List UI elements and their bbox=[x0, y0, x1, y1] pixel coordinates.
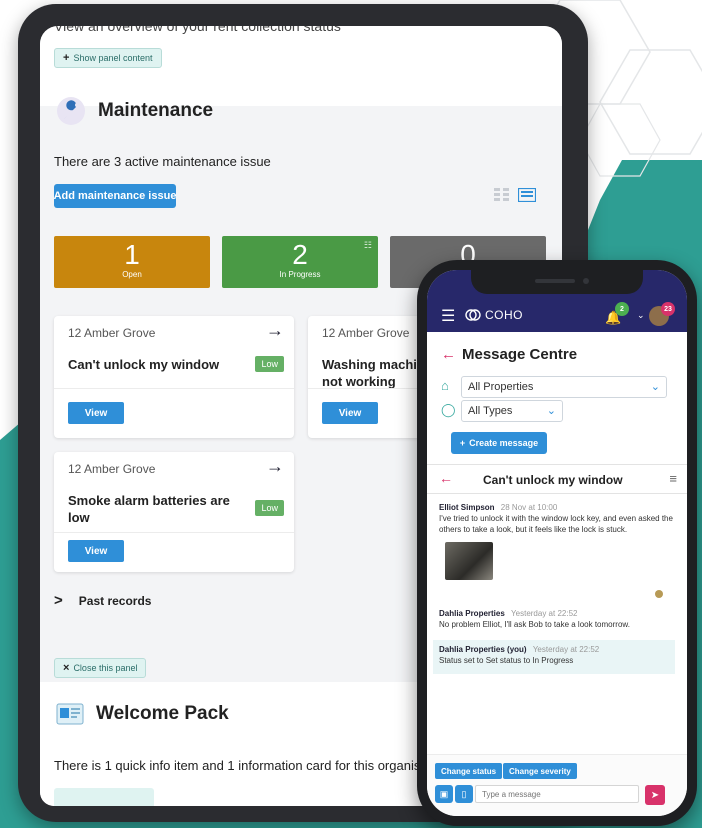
maintenance-summary: There are 3 active maintenance issue bbox=[54, 154, 271, 169]
severity-badge: Low bbox=[255, 500, 284, 516]
camera bbox=[583, 278, 589, 284]
stat-open-label: Open bbox=[122, 270, 142, 279]
welcome-action-button[interactable] bbox=[54, 788, 154, 806]
message-item: Elliot Simpson 28 Nov at 10:00 I've trie… bbox=[439, 502, 677, 535]
composer: Change status Change severity ▣ ▯ ➤ bbox=[427, 754, 687, 816]
stat-in-progress[interactable]: ☷ 2 In Progress bbox=[222, 236, 378, 288]
home-icon: ⌂ bbox=[441, 378, 449, 393]
phone-screen: ☰ COHO 🔔 2 ⌄ 23 ← Message Centre ⌂ All P… bbox=[427, 270, 687, 816]
message-time: 28 Nov at 10:00 bbox=[500, 503, 558, 512]
chevron-right-icon: > bbox=[54, 592, 63, 609]
grid-view-icon[interactable] bbox=[494, 188, 510, 202]
chevron-down-icon[interactable]: ⌄ bbox=[637, 310, 645, 321]
phone-device: ☰ COHO 🔔 2 ⌄ 23 ← Message Centre ⌂ All P… bbox=[417, 260, 697, 826]
type-select[interactable]: All Types ⌄ bbox=[461, 400, 563, 422]
reaction-icon[interactable] bbox=[655, 590, 663, 598]
speaker bbox=[535, 279, 575, 283]
past-records-label: Past records bbox=[78, 593, 152, 608]
coho-logo-icon bbox=[465, 309, 481, 321]
thread-title: Can't unlock my window bbox=[483, 473, 623, 487]
chevron-down-icon: ⌄ bbox=[650, 381, 660, 393]
view-button[interactable]: View bbox=[68, 402, 124, 424]
add-maintenance-button[interactable]: Add maintenance issue bbox=[54, 184, 176, 208]
message-item: Dahlia Properties Yesterday at 22:52 No … bbox=[439, 608, 677, 630]
property-select[interactable]: All Properties ⌄ bbox=[461, 376, 667, 398]
hamburger-menu-icon[interactable]: ☰ bbox=[441, 306, 455, 326]
close-panel-button[interactable]: × Close this panel bbox=[54, 658, 147, 678]
close-panel-label: Close this panel bbox=[73, 663, 138, 673]
menu-icon[interactable]: ≡ bbox=[669, 471, 677, 486]
issue-card[interactable]: 12 Amber Grove → Smoke alarm batteries a… bbox=[54, 452, 294, 572]
chevron-down-icon: ⌄ bbox=[546, 405, 556, 417]
brand-name: COHO bbox=[485, 308, 523, 322]
maintenance-title: Maintenance bbox=[98, 100, 214, 121]
arrow-right-icon[interactable]: → bbox=[266, 320, 284, 341]
thread-header: ← Can't unlock my window ≡ bbox=[427, 464, 687, 494]
issue-address: 12 Amber Grove bbox=[68, 462, 156, 476]
show-panel-button[interactable]: + Show panel content bbox=[54, 48, 162, 68]
chat-icon: ◯ bbox=[441, 402, 456, 417]
stat-in-progress-label: In Progress bbox=[279, 270, 321, 279]
create-message-button[interactable]: + Create message bbox=[451, 432, 547, 454]
notification-badge: 2 bbox=[615, 302, 629, 316]
send-icon[interactable]: ➤ bbox=[645, 785, 665, 805]
stat-open-value: 1 bbox=[124, 239, 140, 270]
rent-overview-heading: View an overview of your rent collection… bbox=[54, 26, 341, 34]
list-icon: ☷ bbox=[363, 240, 372, 250]
change-severity-button[interactable]: Change severity bbox=[503, 763, 577, 779]
stat-open[interactable]: 1 Open bbox=[54, 236, 210, 288]
issue-address: 12 Amber Grove bbox=[322, 326, 410, 340]
severity-badge: Low bbox=[255, 356, 284, 372]
message-text: No problem Elliot, I'll ask Bob to take … bbox=[439, 620, 630, 629]
issue-title: Smoke alarm batteries are low bbox=[68, 493, 230, 525]
card-divider bbox=[54, 388, 294, 389]
message-time: Yesterday at 22:52 bbox=[532, 645, 600, 654]
wrench-icon bbox=[57, 97, 85, 125]
phone-notch bbox=[471, 270, 643, 294]
arrow-right-icon[interactable]: → bbox=[266, 456, 284, 477]
view-toggle bbox=[494, 188, 536, 202]
issue-title: Can't unlock my window bbox=[68, 357, 220, 372]
coho-logo: COHO bbox=[465, 308, 523, 322]
file-attach-icon[interactable]: ▯ bbox=[455, 785, 473, 803]
welcome-pack-icon bbox=[56, 703, 84, 725]
stat-in-progress-value: 2 bbox=[292, 239, 308, 270]
back-arrow-icon[interactable]: ← bbox=[441, 346, 456, 363]
message-time: Yesterday at 22:52 bbox=[511, 609, 578, 618]
message-item: Dahlia Properties (you) Yesterday at 22:… bbox=[439, 644, 677, 666]
message-author: Dahlia Properties (you) bbox=[439, 645, 527, 654]
phone-header: ☰ COHO 🔔 2 ⌄ 23 bbox=[427, 270, 687, 332]
issue-card[interactable]: 12 Amber Grove → Can't unlock my window … bbox=[54, 316, 294, 438]
image-attach-icon[interactable]: ▣ bbox=[435, 785, 453, 803]
plus-icon: + bbox=[459, 438, 466, 448]
view-button[interactable]: View bbox=[322, 402, 378, 424]
message-input[interactable] bbox=[475, 785, 639, 803]
back-arrow-icon[interactable]: ← bbox=[439, 470, 453, 486]
type-select-value: All Types bbox=[468, 405, 513, 417]
welcome-title: Welcome Pack bbox=[96, 703, 229, 724]
message-text: Status set to Set status to In Progress bbox=[439, 656, 574, 665]
welcome-summary: There is 1 quick info item and 1 informa… bbox=[54, 758, 449, 773]
plus-icon: + bbox=[63, 52, 70, 64]
message-centre-heading: ← Message Centre bbox=[441, 346, 577, 363]
message-text: I've tried to unlock it with the window … bbox=[439, 514, 673, 534]
card-view-icon[interactable] bbox=[518, 188, 536, 202]
message-author: Dahlia Properties bbox=[439, 609, 505, 618]
card-divider bbox=[54, 532, 294, 533]
issue-address: 12 Amber Grove bbox=[68, 326, 156, 340]
close-icon: × bbox=[63, 662, 70, 674]
view-button[interactable]: View bbox=[68, 540, 124, 562]
message-badge: 23 bbox=[661, 302, 675, 316]
welcome-heading: Welcome Pack bbox=[56, 702, 229, 726]
show-panel-label: Show panel content bbox=[73, 53, 153, 63]
message-photo[interactable] bbox=[445, 542, 493, 580]
past-records-toggle[interactable]: > Past records bbox=[54, 592, 151, 609]
create-message-label: Create message bbox=[469, 438, 539, 448]
property-select-value: All Properties bbox=[468, 381, 534, 393]
rent-panel-strip: View an overview of your rent collection… bbox=[40, 26, 562, 106]
change-status-button[interactable]: Change status bbox=[435, 763, 503, 779]
maintenance-heading: Maintenance bbox=[56, 96, 213, 126]
message-centre-title: Message Centre bbox=[462, 346, 578, 363]
message-author: Elliot Simpson bbox=[439, 503, 495, 512]
